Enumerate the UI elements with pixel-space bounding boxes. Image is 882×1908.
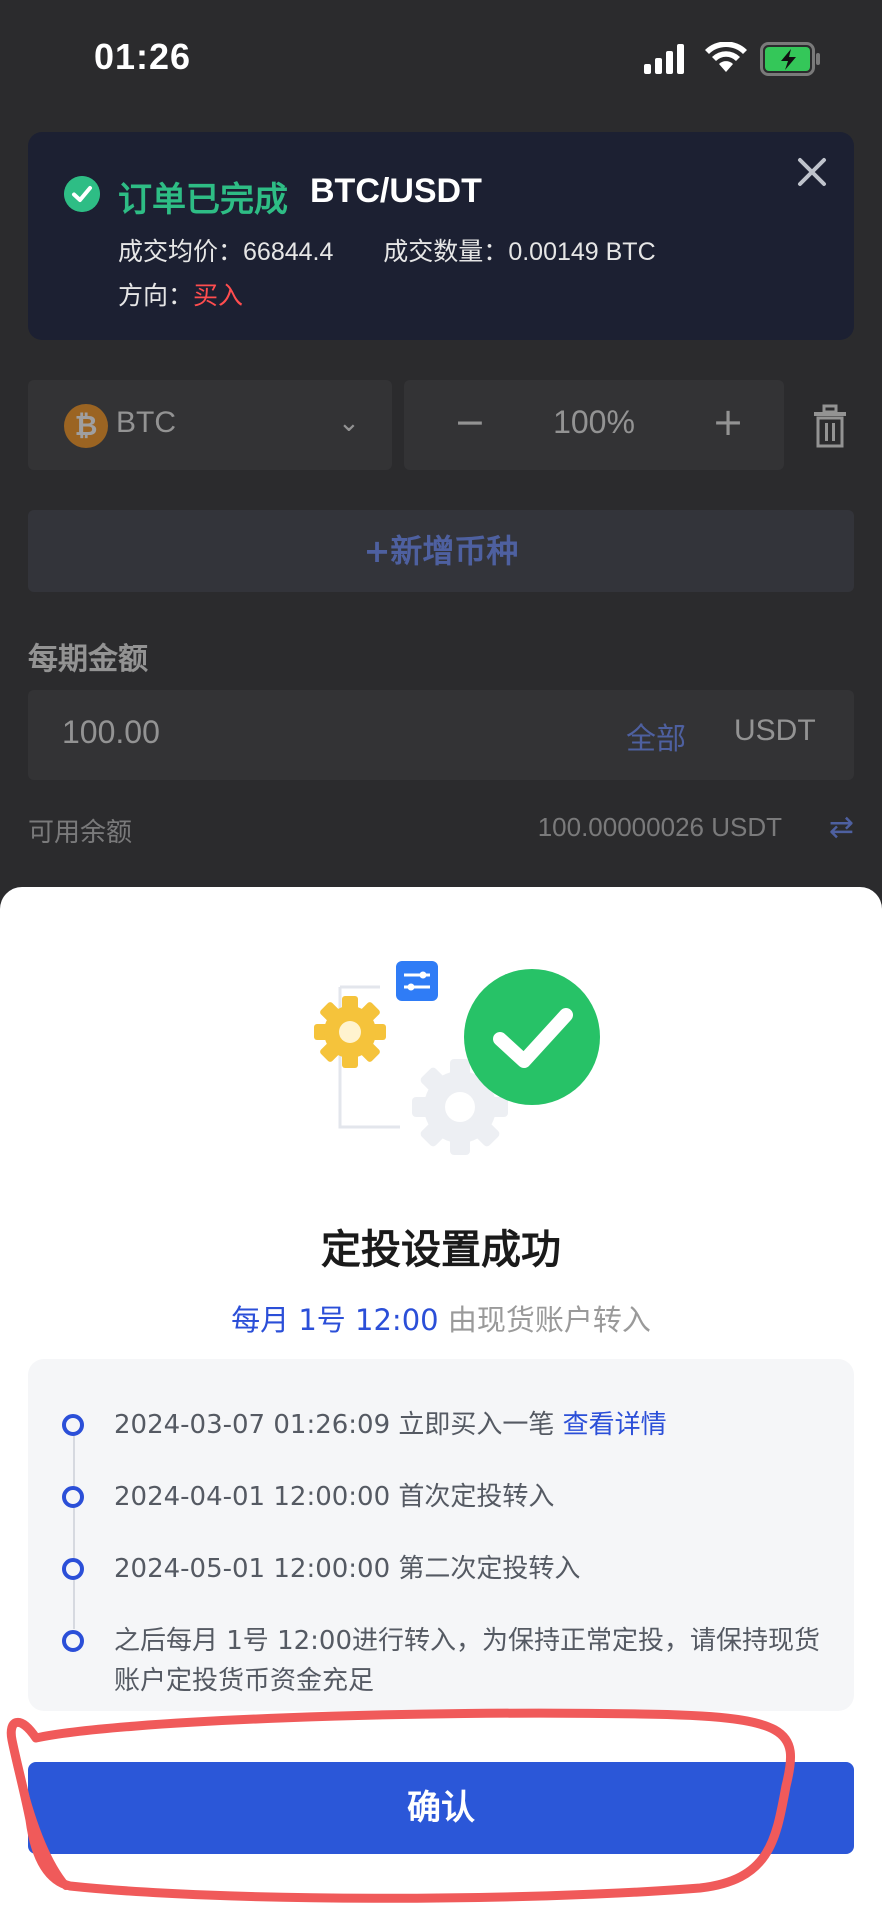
timeline-connector [73, 1419, 75, 1629]
trading-pair: BTC/USDT [310, 172, 482, 210]
schedule-summary: 每月 1号 12:00 由现货账户转入 [0, 1297, 882, 1339]
quantity-value: 0.00149 BTC [508, 238, 656, 266]
schedule-timeline: 2024-03-07 01:26:09 立即买入一笔 查看详情 2024-04-… [28, 1359, 854, 1711]
timeline-text-2: 2024-05-01 12:00:00 第二次定投转入 [114, 1554, 581, 1584]
chevron-down-icon: ⌄ [338, 408, 360, 438]
avg-price-value: 66844.4 [243, 238, 334, 266]
add-coin-button[interactable]: +新增币种 [28, 510, 854, 592]
avg-price-label: 成交均价： [118, 238, 244, 266]
timeline-text: 2024-03-07 01:26:09 立即买入一笔 查看详情 [114, 1405, 834, 1445]
dca-success-illustration [314, 961, 600, 1155]
timeline-text-1: 2024-04-01 12:00:00 首次定投转入 [114, 1482, 555, 1512]
timeline-dot-icon [62, 1630, 84, 1652]
success-bottom-sheet: 定投设置成功 每月 1号 12:00 由现货账户转入 2024-03-07 01… [0, 887, 882, 1908]
amount-title: 每期金额 [28, 642, 148, 677]
available-balance-value: 100.00000026 USDT [537, 812, 782, 842]
quantity-label: 成交数量： [383, 238, 509, 266]
timeline-dot-icon [62, 1486, 84, 1508]
timeline-dot-icon [62, 1414, 84, 1436]
view-details-link[interactable]: 查看详情 [563, 1410, 667, 1440]
battery-charging-icon [760, 42, 820, 76]
swap-icon[interactable]: ⇄ [829, 810, 854, 845]
check-circle-icon [64, 176, 100, 212]
direction-label: 方向： [118, 282, 194, 310]
fill-details-row: 成交均价：66844.4 成交数量：0.00149 BTC [118, 232, 656, 268]
toast-title: 订单已完成 [118, 180, 288, 220]
coin-allocation-row: ₿ BTC ⌄ − 100% + [28, 380, 854, 476]
coin-selector[interactable]: ₿ BTC ⌄ [28, 380, 392, 470]
available-balance-label: 可用余额 [28, 818, 133, 848]
direction-row: 方向：买入 [118, 276, 243, 312]
plus-icon[interactable]: + [712, 400, 744, 444]
timeline-dot-icon [62, 1558, 84, 1580]
ratio-stepper[interactable]: − 100% + [404, 380, 784, 470]
amount-value: 100.00 [62, 714, 160, 750]
wifi-icon [705, 42, 747, 72]
timeline-text-0: 2024-03-07 01:26:09 立即买入一笔 [114, 1410, 555, 1440]
bitcoin-logo-icon: ₿ [64, 404, 108, 448]
order-complete-toast: 订单已完成 BTC/USDT 成交均价：66844.4 成交数量：0.00149… [28, 132, 854, 340]
status-time: 01:26 [94, 36, 192, 77]
timeline-text-3: 之后每月 1号 12:00进行转入，为保持正常定投，请保持现货账户定投货币资金充… [114, 1626, 820, 1696]
status-bar: 01:26 [0, 0, 882, 110]
schedule-time: 每月 1号 12:00 [231, 1303, 439, 1337]
schedule-source: 由现货账户转入 [447, 1303, 651, 1337]
close-icon[interactable] [792, 152, 832, 192]
direction-value: 买入 [193, 282, 244, 310]
sheet-title: 定投设置成功 [321, 1227, 561, 1273]
confirm-button[interactable]: 确认 [28, 1762, 854, 1854]
amount-input[interactable]: 100.00 全部 USDT [28, 690, 854, 780]
currency-label: USDT [734, 714, 816, 747]
trash-icon[interactable] [810, 404, 850, 448]
cellular-signal-icon [644, 44, 684, 74]
coin-label: BTC [116, 406, 176, 439]
all-button[interactable]: 全部 [626, 714, 686, 758]
